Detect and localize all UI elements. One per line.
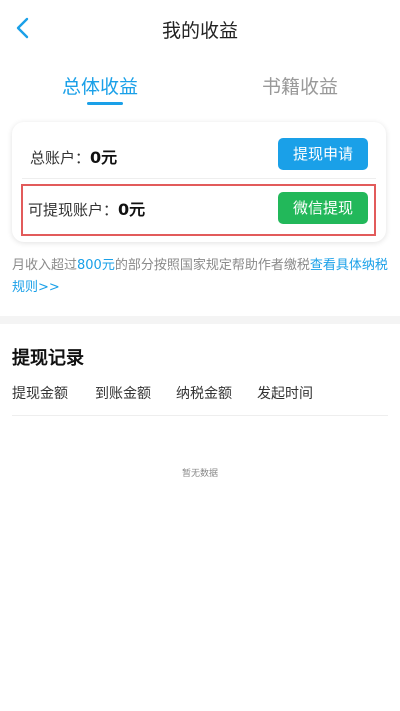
- column-tax-amount: 纳税金额: [176, 386, 232, 402]
- section-divider: [0, 316, 400, 324]
- tab-book-earnings[interactable]: 书籍收益: [262, 72, 338, 99]
- total-account-row: 总账户：0元 提现申请: [12, 130, 386, 178]
- records-title: 提现记录: [12, 348, 84, 369]
- tax-notice: 月收入超过800元的部分按照国家规定帮助作者缴税查看具体纳税规则>>: [12, 255, 392, 299]
- active-tab-indicator: [87, 102, 123, 105]
- records-table-header: 提现金额 到账金额 纳税金额 发起时间: [12, 383, 388, 416]
- total-account-label-text: 总账户：: [30, 149, 91, 167]
- row-divider: [22, 178, 376, 179]
- notice-prefix: 月收入超过: [12, 258, 78, 273]
- empty-state-text: 暂无数据: [181, 469, 218, 479]
- notice-middle: 的部分按照国家规定帮助作者缴税: [114, 258, 310, 273]
- column-withdraw-amount: 提现金额: [12, 386, 68, 402]
- earnings-tabs: 总体收益 书籍收益: [0, 56, 400, 108]
- highlight-annotation-box: [21, 184, 376, 236]
- notice-amount: 800元: [77, 258, 115, 273]
- column-received-amount: 到账金额: [95, 386, 151, 402]
- tab-total-earnings[interactable]: 总体收益: [62, 72, 138, 99]
- total-account-value: 0元: [90, 148, 118, 167]
- top-navbar: 我的收益: [0, 0, 400, 56]
- total-account-label: 总账户：0元: [30, 144, 117, 168]
- withdraw-apply-button[interactable]: 提现申请: [278, 138, 368, 170]
- page-title: 我的收益: [161, 20, 238, 42]
- column-start-time: 发起时间: [257, 386, 313, 402]
